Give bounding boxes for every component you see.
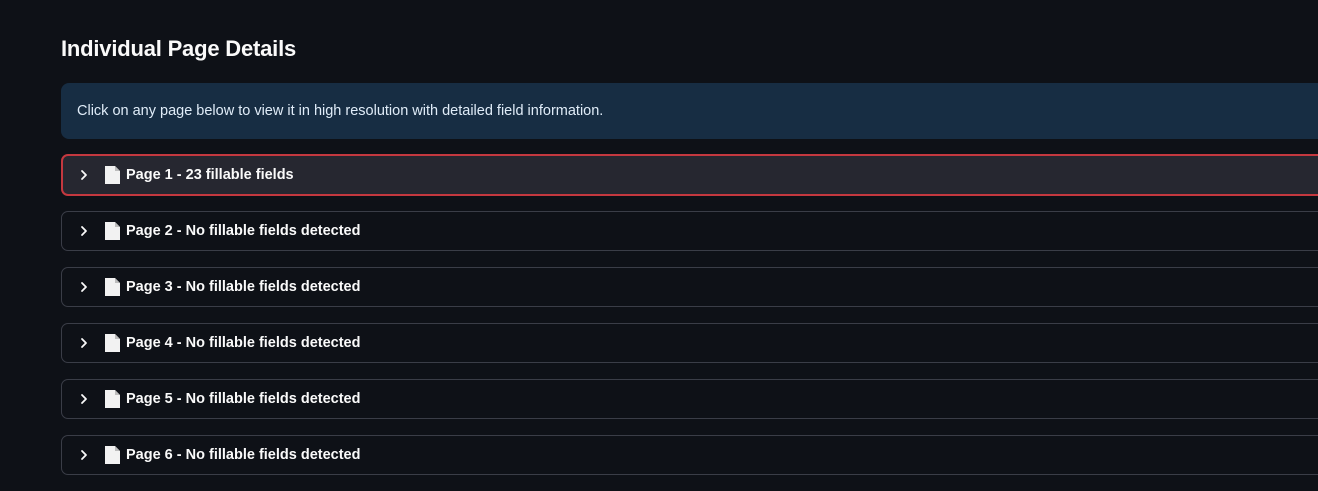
page-expander-label: Page 1 - 23 fillable fields: [126, 167, 294, 183]
page-expander-label: Page 5 - No fillable fields detected: [126, 391, 361, 407]
chevron-right-icon: [77, 336, 91, 350]
page-expander-label: Page 2 - No fillable fields detected: [126, 223, 361, 239]
chevron-right-icon: [77, 224, 91, 238]
document-page-icon: [103, 221, 121, 241]
document-page-icon: [103, 277, 121, 297]
chevron-right-icon: [77, 392, 91, 406]
page-expander-label: Page 3 - No fillable fields detected: [126, 279, 361, 295]
page-expander-4[interactable]: Page 4 - No fillable fields detected: [61, 323, 1318, 363]
document-page-icon: [103, 333, 121, 353]
info-alert: Click on any page below to view it in hi…: [61, 83, 1318, 139]
page-expander-2[interactable]: Page 2 - No fillable fields detected: [61, 211, 1318, 251]
page-expander-label: Page 6 - No fillable fields detected: [126, 447, 361, 463]
document-page-icon: [103, 445, 121, 465]
document-page-icon: [103, 389, 121, 409]
page-expander-1[interactable]: Page 1 - 23 fillable fields: [61, 154, 1318, 196]
section-title: Individual Page Details: [61, 36, 297, 61]
page-expander-5[interactable]: Page 5 - No fillable fields detected: [61, 379, 1318, 419]
page-expander-6[interactable]: Page 6 - No fillable fields detected: [61, 435, 1318, 475]
info-alert-text: Click on any page below to view it in hi…: [77, 103, 604, 119]
document-page-icon: [103, 165, 121, 185]
page-expander-label: Page 4 - No fillable fields detected: [126, 335, 361, 351]
page-expander-3[interactable]: Page 3 - No fillable fields detected: [61, 267, 1318, 307]
chevron-right-icon: [77, 168, 91, 182]
chevron-right-icon: [77, 448, 91, 462]
chevron-right-icon: [77, 280, 91, 294]
